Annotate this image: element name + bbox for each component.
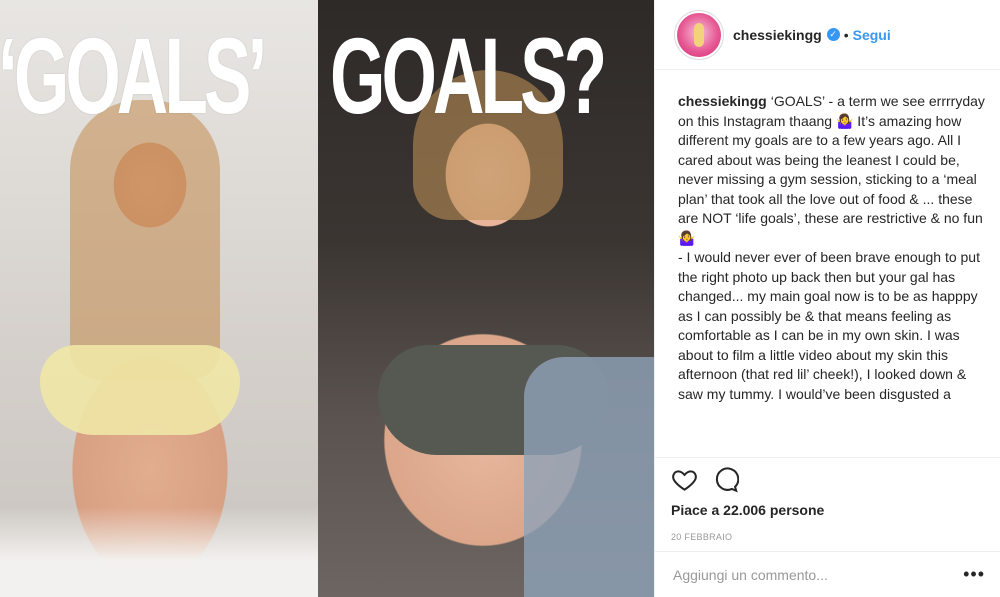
post-actions: Piace a 22.006 persone 20 FEBBRAIO [655, 457, 1000, 542]
verified-badge-icon: ✓ [826, 28, 840, 41]
comment-icon[interactable] [712, 466, 740, 498]
comment-bar: ••• [655, 551, 1000, 597]
post-header: chessiekingg ✓ • Segui [655, 0, 1000, 70]
blanket-shape [524, 357, 654, 597]
separator-dot: • [843, 26, 849, 43]
hair-shape [70, 100, 220, 380]
sheet-shape [0, 507, 318, 597]
username-link[interactable]: chessiekingg [733, 27, 822, 43]
more-options-icon[interactable]: ••• [963, 564, 985, 585]
likes-count[interactable]: Piace a 22.006 persone [671, 502, 985, 518]
caption: chessiekingg ‘GOALS’ - a term we see errr… [655, 70, 1000, 445]
post-sidebar: chessiekingg ✓ • Segui chessiekingg ‘GOAL… [654, 0, 1000, 597]
instagram-post: ‘GOALS’ GOALS? chessiekingg ✓ • Segui ch… [0, 0, 1000, 597]
overlay-text-left: ‘GOALS’ [0, 15, 267, 136]
bra-shape [40, 345, 240, 435]
comment-input[interactable] [671, 565, 964, 584]
caption-username-link[interactable]: chessiekingg [678, 93, 767, 109]
post-image[interactable]: ‘GOALS’ GOALS? [0, 0, 654, 597]
caption-text: ‘GOALS’ - a term we see errrryday on thi… [678, 93, 985, 402]
follow-button[interactable]: Segui [853, 27, 891, 43]
overlay-text-right: GOALS? [330, 15, 607, 136]
heart-icon[interactable] [671, 466, 698, 498]
action-icons [671, 462, 985, 502]
avatar[interactable] [677, 12, 721, 57]
post-date: 20 FEBBRAIO [671, 532, 733, 542]
